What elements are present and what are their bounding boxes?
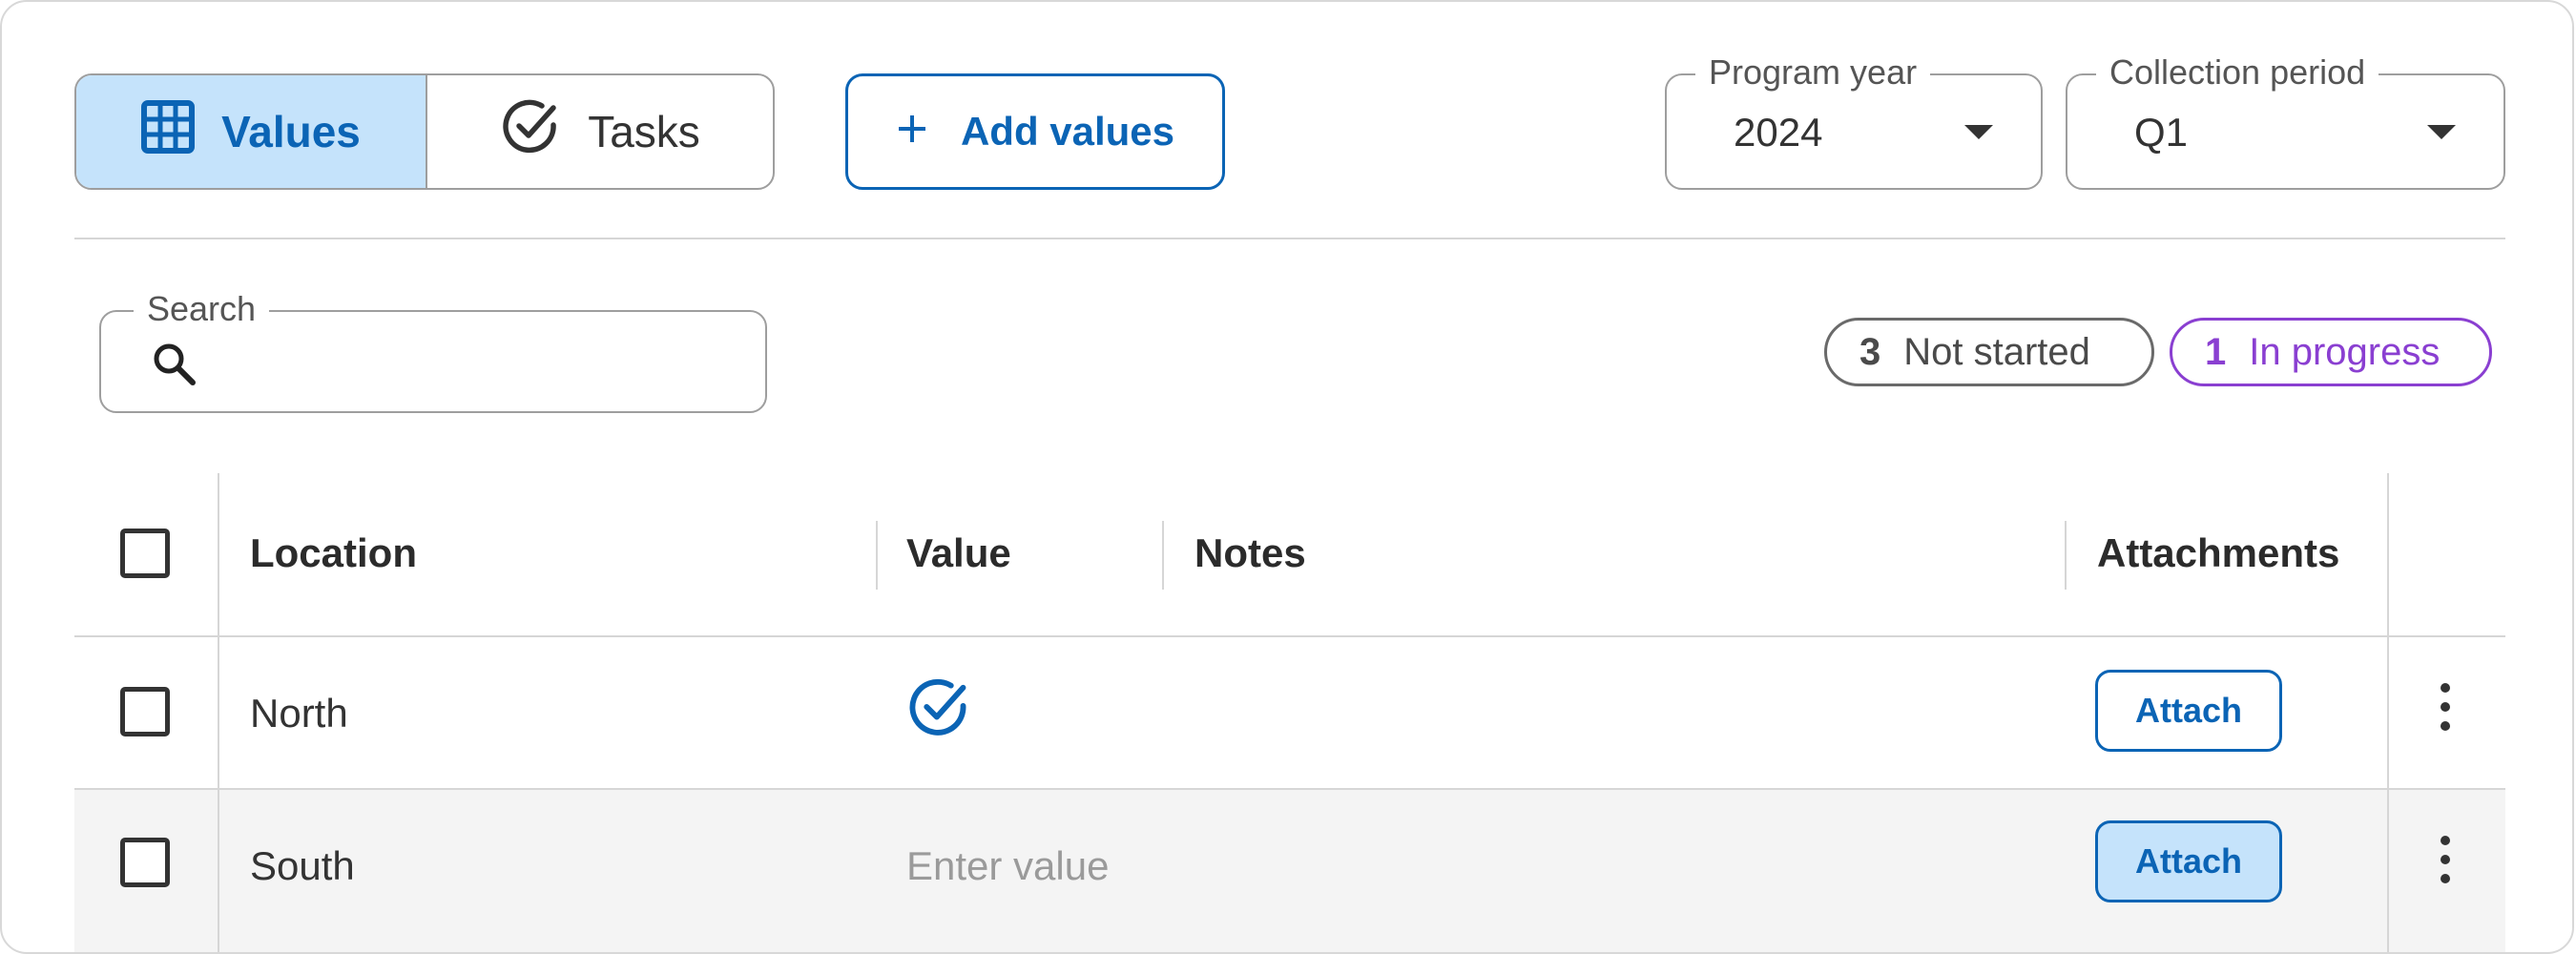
column-divider [218, 637, 219, 788]
more-options-icon[interactable] [2427, 681, 2465, 738]
view-toggle: Values Tasks [74, 73, 775, 190]
value-column-header[interactable]: Value [906, 530, 1011, 576]
column-divider [1162, 521, 1164, 590]
program-year-select[interactable]: Program year 2024 [1665, 52, 2043, 190]
in-progress-label: In progress [2249, 330, 2441, 373]
location-cell: North [250, 691, 348, 736]
notes-column-header[interactable]: Notes [1195, 530, 1306, 576]
collection-period-value: Q1 [2134, 110, 2189, 155]
more-options-icon[interactable] [2427, 834, 2465, 891]
not-started-count: 3 [1859, 330, 1881, 373]
column-divider [2065, 521, 2067, 590]
plus-icon [896, 109, 928, 155]
caret-down-icon [1964, 125, 1993, 139]
column-divider [218, 790, 219, 952]
collection-period-select[interactable]: Collection period Q1 [2066, 52, 2505, 190]
add-values-button[interactable]: Add values [845, 73, 1225, 190]
column-divider [876, 521, 878, 590]
caret-down-icon [2427, 125, 2456, 139]
check-circle-icon [500, 96, 561, 168]
values-view-label: Values [221, 107, 361, 156]
row-checkbox[interactable] [120, 838, 170, 887]
value-input[interactable]: Enter value [906, 843, 1109, 889]
program-year-value: 2024 [1734, 110, 1823, 155]
column-divider [2387, 473, 2389, 635]
search-input[interactable] [206, 337, 744, 390]
location-column-header[interactable]: Location [250, 530, 417, 576]
column-divider [2387, 637, 2389, 788]
program-year-label: Program year [1695, 52, 1931, 93]
select-all-checkbox[interactable] [120, 529, 170, 578]
table-row: North Attach [74, 637, 2505, 790]
table-header-row: Location Value Notes Attachments [74, 473, 2505, 637]
tasks-view-label: Tasks [588, 107, 700, 156]
not-started-status-chip[interactable]: 3 Not started [1824, 318, 2154, 386]
location-cell: South [250, 843, 355, 888]
attachments-column-header[interactable]: Attachments [2097, 530, 2339, 576]
add-values-label: Add values [960, 109, 1175, 154]
toolbar-divider [74, 238, 2505, 239]
search-label: Search [134, 289, 270, 329]
search-icon [151, 341, 197, 391]
search-field: Search [99, 289, 767, 413]
values-view-button[interactable]: Values [76, 75, 427, 188]
table-row: South Enter value Attach [74, 790, 2505, 952]
column-divider [2387, 790, 2389, 952]
row-checkbox[interactable] [120, 687, 170, 736]
values-panel: Values Tasks Add values Program year 202… [0, 0, 2574, 954]
tasks-view-button[interactable]: Tasks [427, 75, 773, 188]
in-progress-count: 1 [2205, 330, 2227, 373]
in-progress-status-chip[interactable]: 1 In progress [2170, 318, 2492, 386]
completed-check-icon [906, 675, 971, 745]
grid-icon [141, 99, 196, 164]
attach-button[interactable]: Attach [2095, 670, 2282, 752]
attach-button[interactable]: Attach [2095, 820, 2282, 902]
not-started-label: Not started [1903, 330, 2090, 373]
collection-period-label: Collection period [2096, 52, 2379, 93]
column-divider [218, 473, 219, 635]
